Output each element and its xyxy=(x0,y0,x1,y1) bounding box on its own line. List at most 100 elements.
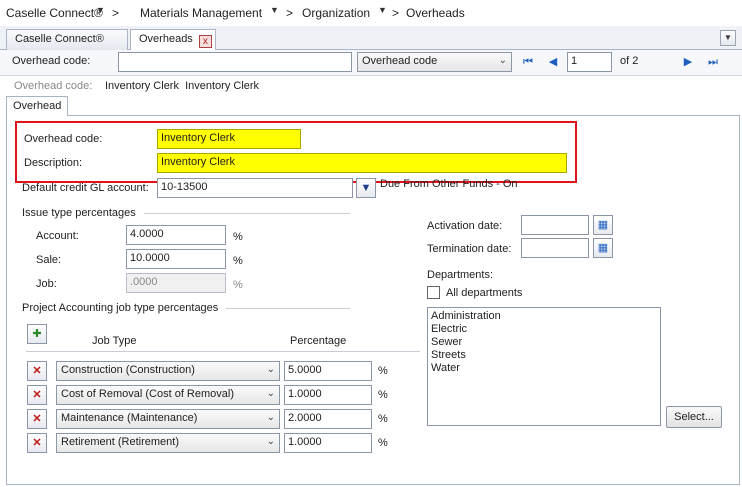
departments-list[interactable]: Administration Electric Sewer Streets Wa… xyxy=(427,307,661,426)
tab-label: Caselle Connect® xyxy=(15,33,104,45)
job-percentage-input[interactable]: 5.0000 xyxy=(284,361,372,381)
chevron-down-icon: ⌄ xyxy=(266,388,275,399)
project-accounting-title: Project Accounting job type percentages xyxy=(22,302,219,314)
percent-sign: % xyxy=(378,365,388,377)
delete-row-button[interactable]: ✕ xyxy=(27,409,47,429)
breadcrumb-item-caselle[interactable]: Caselle Connect® xyxy=(6,6,103,20)
table-header-divider xyxy=(26,351,420,352)
info-value: Inventory Clerk Inventory Clerk xyxy=(105,80,260,92)
breadcrumb-separator: > xyxy=(286,6,294,20)
activation-date-label: Activation date: xyxy=(427,220,503,232)
chevron-down-icon[interactable]: ▼ xyxy=(378,5,387,15)
breadcrumb-separator: > xyxy=(392,6,400,20)
delete-row-button[interactable]: ✕ xyxy=(27,361,47,381)
delete-icon: ✕ xyxy=(32,365,42,377)
job-pct-input: .0000 xyxy=(126,273,226,293)
job-type-select[interactable]: Maintenance (Maintenance) ⌄ xyxy=(56,409,280,429)
job-type-select[interactable]: Cost of Removal (Cost of Removal) ⌄ xyxy=(56,385,280,405)
tab-label: Overheads xyxy=(139,33,193,45)
list-item[interactable]: Water xyxy=(431,362,657,375)
job-percentage-input[interactable]: 1.0000 xyxy=(284,385,372,405)
chevron-down-icon[interactable]: ▼ xyxy=(96,5,105,15)
lookup-code-label: Overhead code: xyxy=(12,55,91,67)
percent-sign: % xyxy=(378,389,388,401)
percent-sign: % xyxy=(233,231,243,243)
chevron-down-icon: ⌄ xyxy=(266,364,275,375)
account-pct-input[interactable]: 4.0000 xyxy=(126,225,226,245)
lookup-code-input[interactable] xyxy=(118,52,352,72)
percent-sign: % xyxy=(378,413,388,425)
job-type-select[interactable]: Retirement (Retirement) ⌄ xyxy=(56,433,280,453)
next-record-icon[interactable]: ▶ xyxy=(681,55,695,69)
activation-calendar-button[interactable]: ▦ xyxy=(593,215,613,235)
app-tab-strip: Caselle Connect® Overheads x ▼ xyxy=(0,26,742,51)
tab-overhead[interactable]: Overhead xyxy=(6,96,69,116)
select-value: Overhead code xyxy=(362,55,438,67)
termination-date-label: Termination date: xyxy=(427,243,512,255)
overhead-code-input[interactable]: Inventory Clerk xyxy=(157,129,301,149)
delete-row-button[interactable]: ✕ xyxy=(27,385,47,405)
list-item[interactable]: Sewer xyxy=(431,336,657,349)
job-type-column-header: Job Type xyxy=(92,335,137,347)
previous-record-icon[interactable]: ◀ xyxy=(546,55,560,69)
breadcrumb-item-materials[interactable]: Materials Management xyxy=(140,6,262,20)
tab-overheads[interactable]: Overheads x xyxy=(130,29,216,51)
issue-type-title: Issue type percentages xyxy=(22,207,136,219)
termination-date-input[interactable] xyxy=(521,238,589,258)
list-item[interactable]: Electric xyxy=(431,323,657,336)
add-row-icon: ✚ xyxy=(32,328,42,340)
breadcrumb-item-organization[interactable]: Organization xyxy=(302,6,370,20)
account-pct-label: Account: xyxy=(36,230,79,242)
percent-sign: % xyxy=(378,437,388,449)
select-value: Maintenance (Maintenance) xyxy=(61,412,198,424)
chevron-down-icon: ⌄ xyxy=(266,436,275,447)
section-divider xyxy=(144,213,350,214)
calendar-icon: ▦ xyxy=(597,242,609,254)
page-number-input[interactable]: 1 xyxy=(567,52,612,72)
list-item[interactable]: Administration xyxy=(431,310,657,323)
page-count: of 2 xyxy=(620,55,639,67)
percentage-column-header: Percentage xyxy=(290,335,347,347)
lookup-field-select[interactable]: Overhead code ⌄ xyxy=(357,52,512,72)
gl-account-lookup-button[interactable]: ▼ xyxy=(356,178,376,198)
select-value: Cost of Removal (Cost of Removal) xyxy=(61,388,234,400)
termination-calendar-button[interactable]: ▦ xyxy=(593,238,613,258)
delete-icon: ✕ xyxy=(32,389,42,401)
sale-pct-input[interactable]: 10.0000 xyxy=(126,249,226,269)
percent-sign: % xyxy=(233,255,243,267)
select-value: Construction (Construction) xyxy=(61,364,195,376)
info-label: Overhead code: xyxy=(14,80,93,92)
all-departments-checkbox[interactable] xyxy=(427,286,440,299)
chevron-down-icon[interactable]: ▼ xyxy=(270,5,279,15)
record-info-row: Overhead code: Inventory Clerk Inventory… xyxy=(0,76,742,96)
description-input[interactable]: Inventory Clerk xyxy=(157,153,567,173)
description-label: Description: xyxy=(24,157,83,169)
list-item[interactable]: Streets xyxy=(431,349,657,362)
job-type-select[interactable]: Construction (Construction) ⌄ xyxy=(56,361,280,381)
job-percentage-input[interactable]: 1.0000 xyxy=(284,433,372,453)
last-record-icon[interactable]: ⏭ xyxy=(706,55,720,69)
section-divider xyxy=(226,308,350,309)
activation-date-input[interactable] xyxy=(521,215,589,235)
gl-account-label: Default credit GL account: xyxy=(22,182,149,194)
calendar-icon: ▦ xyxy=(597,219,609,231)
select-departments-button[interactable]: Select... xyxy=(666,406,722,428)
tab-caselle-connect[interactable]: Caselle Connect® xyxy=(6,29,128,50)
percent-sign: % xyxy=(233,279,243,291)
add-row-button[interactable]: ✚ xyxy=(27,324,47,344)
breadcrumb-item-overheads[interactable]: Overheads xyxy=(406,6,465,20)
delete-row-button[interactable]: ✕ xyxy=(27,433,47,453)
all-departments-label: All departments xyxy=(446,287,523,299)
first-record-icon[interactable]: ⏮ xyxy=(521,55,535,69)
job-pct-label: Job: xyxy=(36,278,57,290)
breadcrumb: Caselle Connect® ▼ > Materials Managemen… xyxy=(0,0,742,26)
gl-account-description: Due From Other Funds - On xyxy=(380,178,518,190)
close-icon[interactable]: x xyxy=(198,35,212,48)
tab-menu-button[interactable]: ▼ xyxy=(720,30,736,46)
job-percentage-input[interactable]: 2.0000 xyxy=(284,409,372,429)
chevron-down-icon: ▼ xyxy=(360,182,372,194)
sale-pct-label: Sale: xyxy=(36,254,62,266)
chevron-down-icon: ⌄ xyxy=(498,55,507,66)
gl-account-input[interactable]: 10-13500 xyxy=(157,178,353,198)
delete-icon: ✕ xyxy=(32,437,42,449)
